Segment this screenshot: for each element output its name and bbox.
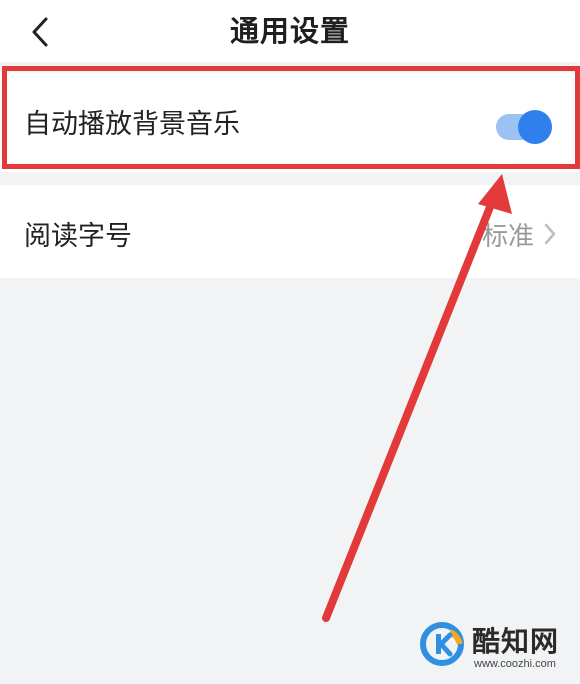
autoplay-toggle[interactable] [494,110,554,144]
top-bar: 通用设置 [0,0,580,62]
chevron-right-icon [544,223,556,245]
font-size-value-text: 标准 [481,221,534,252]
watermark: 酷知网 www.coozhi.com [420,618,570,678]
font-size-label: 阅读字号 [24,221,132,252]
watermark-url: www.coozhi.com [474,658,556,670]
page-title: 通用设置 [229,14,350,48]
settings-page: 通用设置 自动播放背景音乐 阅读字号 标准 酷知网 www.coozhi.com [0,0,580,684]
coozhi-logo [420,622,464,666]
autoplay-label: 自动播放背景音乐 [24,109,240,140]
toggle-knob [518,110,552,144]
watermark-name: 酷知网 [472,625,560,658]
font-size-value[interactable]: 标准 [481,218,556,252]
setting-row-autoplay: 自动播放背景音乐 [0,72,580,172]
